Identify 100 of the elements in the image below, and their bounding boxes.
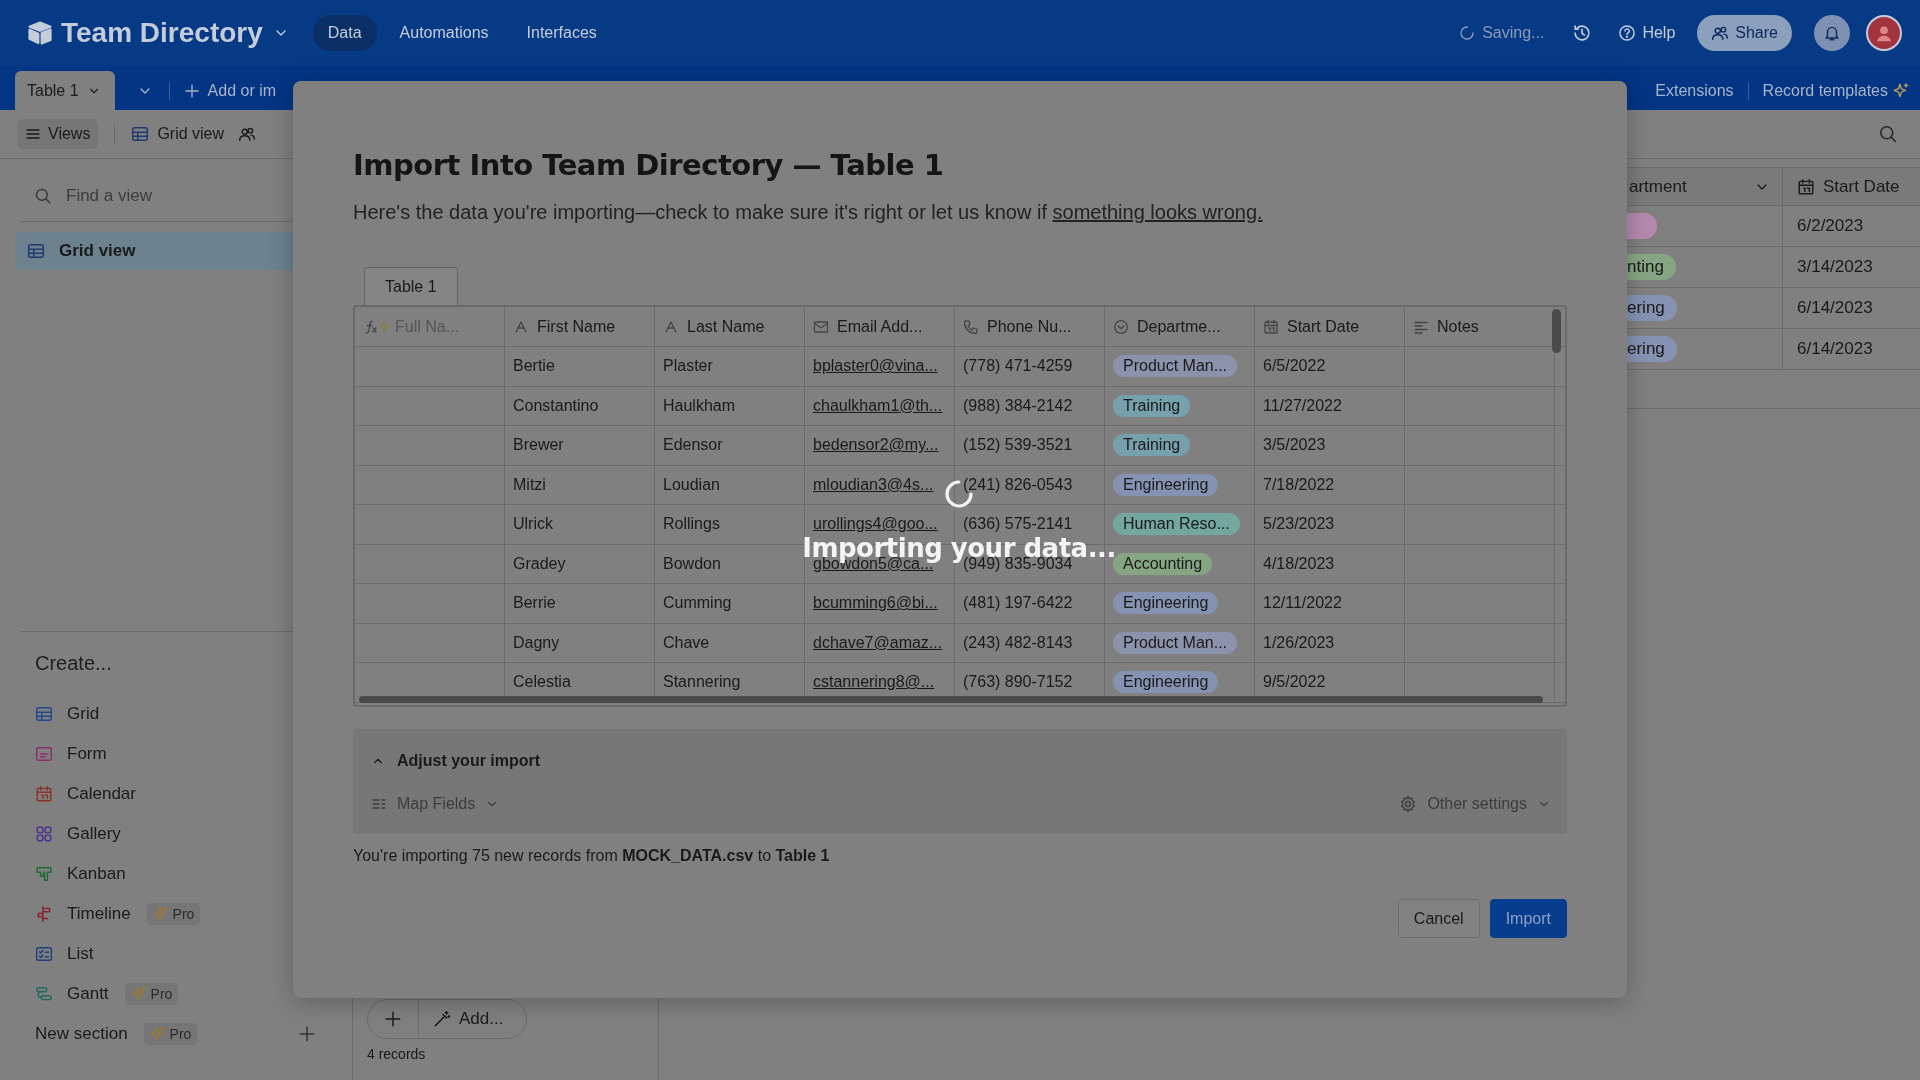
nav-tab[interactable]: Interfaces <box>511 15 612 51</box>
help-button[interactable]: Help <box>1618 24 1676 42</box>
table-cell: Ulrick <box>513 515 553 534</box>
lightning-icon <box>377 319 391 334</box>
extensions-button[interactable]: Extensions <box>1641 81 1748 100</box>
avatar[interactable] <box>1866 15 1902 51</box>
table-cell: Berrie <box>513 594 556 613</box>
add-section-button[interactable] <box>298 1025 316 1043</box>
department-tag: Training <box>1113 394 1191 417</box>
table-cell: 3/5/2023 <box>1263 436 1326 455</box>
logo-icon <box>27 20 53 46</box>
base-name-button[interactable]: Team Directory <box>61 17 289 49</box>
create-view-item[interactable]: Kanban <box>20 854 352 894</box>
department-tag: Product Man... <box>1113 355 1238 378</box>
table-cell: Bertie <box>513 357 555 376</box>
table-cell: (763) 890-7152 <box>963 673 1073 692</box>
select-icon <box>1113 318 1129 335</box>
pro-badge: Pro <box>124 983 179 1005</box>
sparkle-icon <box>152 906 169 922</box>
sparkle-icon <box>149 1026 166 1042</box>
create-view-item[interactable]: Grid <box>20 694 352 734</box>
table-tab[interactable]: Table 1 <box>15 71 115 110</box>
table-cell: Mitzi <box>513 475 546 494</box>
search-icon <box>1878 124 1898 144</box>
history-button[interactable] <box>1572 23 1593 43</box>
table-cell: Rollings <box>663 515 720 534</box>
new-section-button[interactable]: New section <box>35 1024 128 1044</box>
table-cell: Cumming <box>663 594 732 613</box>
map-fields-button[interactable]: Map Fields <box>371 795 500 813</box>
nav-tab[interactable]: Data <box>312 15 377 51</box>
timeline-view-icon <box>35 905 53 923</box>
report-link[interactable]: something looks wrong. <box>1052 201 1263 223</box>
table-cell: (243) 482-8143 <box>963 633 1073 652</box>
department-tag: Product Man... <box>1113 631 1238 654</box>
create-view-item[interactable]: Calendar <box>20 774 352 814</box>
people-icon <box>1711 24 1730 42</box>
add-table-button[interactable]: Add or im <box>169 81 291 100</box>
share-button[interactable]: Share <box>1697 15 1792 51</box>
create-heading: Create... <box>35 651 113 676</box>
column-header: artment <box>1628 176 1688 197</box>
create-view-item[interactable]: List <box>20 934 352 974</box>
table-cell: Celestia <box>513 673 571 692</box>
pro-badge: Pro <box>146 903 201 925</box>
email-link[interactable]: chaulkham1@th... <box>813 396 943 415</box>
department-tag: nting <box>1627 254 1676 280</box>
search-button[interactable] <box>1878 124 1898 144</box>
department-tag: Accounting <box>1113 552 1213 575</box>
email-link[interactable]: bcumming6@bi... <box>813 594 938 613</box>
other-settings-button[interactable]: Other settings <box>1399 795 1551 813</box>
record-count: 4 records <box>367 1046 427 1062</box>
list-view-icon <box>35 945 53 963</box>
table-cell: Haulkham <box>663 396 736 415</box>
table-cell: (988) 384-2142 <box>963 396 1073 415</box>
record-templates-button[interactable]: Record templates <box>1748 81 1920 100</box>
email-link[interactable]: bplaster0@vina... <box>813 357 938 376</box>
email-icon <box>813 318 829 335</box>
email-link[interactable]: cstannering8@... <box>813 673 935 692</box>
column-header: Email Add... <box>837 317 923 336</box>
table-cell: 1/26/2023 <box>1263 633 1335 652</box>
sheet-tab[interactable]: Table 1 <box>364 267 458 305</box>
nav-tab[interactable]: Automations <box>384 15 504 51</box>
adjust-toggle[interactable]: Adjust your import <box>371 745 1551 777</box>
bell-icon <box>1823 24 1841 42</box>
grid-view-icon <box>35 705 53 723</box>
table-cell: 9/5/2022 <box>1263 673 1326 692</box>
table-cell: (241) 826-0543 <box>963 475 1073 494</box>
email-link[interactable]: urollings4@goo... <box>813 515 938 534</box>
views-button[interactable]: Views <box>17 119 99 149</box>
fields-icon <box>371 796 387 812</box>
table-cell: 4/18/2023 <box>1263 554 1335 573</box>
cancel-button[interactable]: Cancel <box>1397 899 1480 938</box>
vertical-scrollbar[interactable] <box>1552 309 1561 353</box>
dialog-description: Here's the data you're importing—check to make sure it's right or let us know if something looks wrong. <box>353 200 1264 224</box>
table-cell: 12/11/2022 <box>1263 594 1342 613</box>
department-tag: Engineering <box>1113 592 1219 615</box>
table-cell: Stannering <box>663 673 741 692</box>
email-link[interactable]: mloudian3@4s... <box>813 475 934 494</box>
people-icon <box>238 125 257 143</box>
create-view-item[interactable]: Form <box>20 734 352 774</box>
import-button[interactable]: Import <box>1489 899 1567 938</box>
sparkle-icon <box>130 986 147 1002</box>
notifications-button[interactable] <box>1814 15 1850 51</box>
add-field-button[interactable]: Add... <box>419 1000 518 1038</box>
table-cell: (778) 471-4259 <box>963 357 1073 376</box>
table-cell: Bowdon <box>663 554 721 573</box>
department-tag: Human Reso... <box>1113 513 1240 536</box>
search-field[interactable]: Find a view <box>64 185 268 207</box>
email-link[interactable]: dchave7@amaz... <box>813 633 943 652</box>
plus-icon <box>183 82 200 99</box>
create-view-item[interactable]: Gallery <box>20 814 352 854</box>
horizontal-scrollbar[interactable] <box>359 696 1543 703</box>
search-icon <box>34 187 52 205</box>
menu-icon <box>25 126 41 142</box>
gantt-view-icon <box>35 985 53 1003</box>
current-view-button[interactable]: Grid view <box>131 125 257 143</box>
settings-icon <box>1399 795 1418 813</box>
table-cell: 6/14/2023 <box>1797 298 1873 318</box>
email-link[interactable]: bedensor2@my... <box>813 436 939 455</box>
department-tag: Training <box>1113 434 1191 457</box>
department-tag: ering <box>1627 336 1677 362</box>
